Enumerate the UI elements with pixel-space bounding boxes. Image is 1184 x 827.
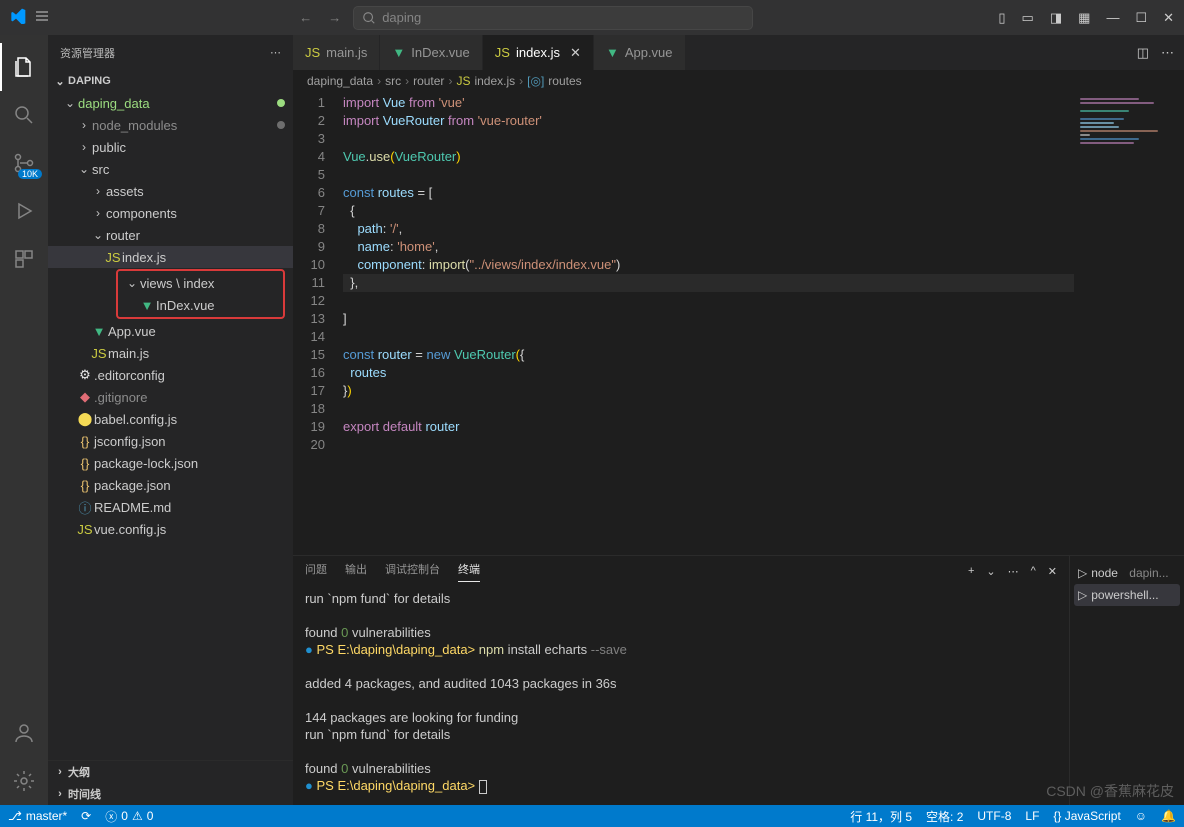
breadcrumb[interactable]: daping_data› src› router› JSindex.js› [◎… xyxy=(293,70,1184,92)
status-errors[interactable]: ⓧ 0 ⚠ 0 xyxy=(105,808,153,825)
panel-tab-debug[interactable]: 调试控制台 xyxy=(385,561,440,581)
folder-components[interactable]: ›components xyxy=(48,202,293,224)
editor-tabs: JSmain.js ▼InDex.vue JSindex.js✕ ▼App.vu… xyxy=(293,35,1184,70)
file-readme[interactable]: ⓘREADME.md xyxy=(48,496,293,518)
bottom-panel: 问题 输出 调试控制台 终端 + ⌄ ⋯ ^ ✕ run `npm fund` … xyxy=(293,555,1184,805)
nav-back-icon[interactable]: ← xyxy=(295,10,316,25)
activity-account[interactable] xyxy=(0,709,48,757)
sidebar-more-icon[interactable]: ⋯ xyxy=(270,46,281,59)
outline-section[interactable]: ›大纲 xyxy=(48,761,293,783)
editor-area: JSmain.js ▼InDex.vue JSindex.js✕ ▼App.vu… xyxy=(293,35,1184,805)
tab-index-vue[interactable]: ▼InDex.vue xyxy=(380,35,482,70)
terminal-cursor xyxy=(479,780,487,794)
tab-app-vue[interactable]: ▼App.vue xyxy=(594,35,686,70)
activity-run-debug[interactable] xyxy=(0,187,48,235)
folder-assets[interactable]: ›assets xyxy=(48,180,293,202)
panel-tab-problems[interactable]: 问题 xyxy=(305,561,327,581)
folder-src[interactable]: ⌄src xyxy=(48,158,293,180)
hamburger-menu-icon[interactable] xyxy=(34,8,50,27)
activity-bar: 10K xyxy=(0,35,48,805)
status-line-col[interactable]: 行 11，列 5 xyxy=(850,808,912,825)
window-maximize-icon[interactable]: ☐ xyxy=(1135,10,1147,26)
status-eol[interactable]: LF xyxy=(1025,808,1039,825)
activity-source-control[interactable]: 10K xyxy=(0,139,48,187)
terminal[interactable]: run `npm fund` for details found 0 vulne… xyxy=(293,586,1069,805)
line-gutter: 1234567891011121314151617181920 xyxy=(293,92,343,555)
command-center-search[interactable]: daping xyxy=(353,6,753,30)
minimap[interactable] xyxy=(1074,92,1184,555)
terminal-split-dropdown-icon[interactable]: ⌄ xyxy=(986,565,995,578)
status-branch[interactable]: ⎇ master* xyxy=(8,809,67,823)
status-notifications-icon[interactable]: 🔔 xyxy=(1161,808,1176,825)
folder-daping-data[interactable]: ⌄daping_data xyxy=(48,92,293,114)
terminal-more-icon[interactable]: ⋯ xyxy=(1008,565,1019,578)
terminal-item-powershell[interactable]: ▷powershell... xyxy=(1074,584,1180,606)
panel-tab-output[interactable]: 输出 xyxy=(345,561,367,581)
layout-sidebar-left-icon[interactable]: ▯ xyxy=(998,10,1005,26)
activity-settings[interactable] xyxy=(0,757,48,805)
sidebar-title: 资源管理器 xyxy=(60,45,115,61)
title-bar: ← → daping ▯ ▭ ◨ ▦ — ☐ ✕ xyxy=(0,0,1184,35)
status-spaces[interactable]: 空格: 2 xyxy=(926,808,963,825)
file-package-lock[interactable]: {}package-lock.json xyxy=(48,452,293,474)
activity-extensions[interactable] xyxy=(0,235,48,283)
status-encoding[interactable]: UTF-8 xyxy=(977,808,1011,825)
terminal-item-node[interactable]: ▷node dapin... xyxy=(1074,562,1180,584)
activity-search[interactable] xyxy=(0,91,48,139)
search-placeholder: daping xyxy=(382,10,421,25)
activity-explorer[interactable] xyxy=(0,43,48,91)
annotation-box: ⌄views \ index ▼InDex.vue xyxy=(116,269,285,319)
terminal-icon: ▷ xyxy=(1078,588,1087,602)
layout-customize-icon[interactable]: ▦ xyxy=(1078,10,1090,26)
file-index-vue[interactable]: ▼InDex.vue xyxy=(118,294,283,316)
split-editor-icon[interactable]: ◫ xyxy=(1137,45,1149,61)
project-header[interactable]: ⌄DAPING xyxy=(48,70,293,92)
status-bar: ⎇ master* ⟳ ⓧ 0 ⚠ 0 行 11，列 5 空格: 2 UTF-8… xyxy=(0,805,1184,827)
folder-views-index[interactable]: ⌄views \ index xyxy=(118,272,283,294)
panel-maximize-icon[interactable]: ^ xyxy=(1031,565,1036,578)
code-editor[interactable]: import Vue from 'vue'import VueRouter fr… xyxy=(343,92,1074,555)
vscode-logo-icon xyxy=(10,8,26,27)
nav-forward-icon[interactable]: → xyxy=(324,10,345,25)
panel-tab-terminal[interactable]: 终端 xyxy=(458,561,480,582)
timeline-section[interactable]: ›时间线 xyxy=(48,783,293,805)
file-babel-config[interactable]: ⬤babel.config.js xyxy=(48,408,293,430)
scm-badge: 10K xyxy=(18,169,42,179)
file-gitignore[interactable]: ◆.gitignore xyxy=(48,386,293,408)
folder-public[interactable]: ›public xyxy=(48,136,293,158)
file-editorconfig[interactable]: ⚙.editorconfig xyxy=(48,364,293,386)
tab-more-icon[interactable]: ⋯ xyxy=(1161,45,1174,61)
file-package-json[interactable]: {}package.json xyxy=(48,474,293,496)
status-feedback-icon[interactable]: ☺ xyxy=(1135,808,1147,825)
panel-tabs: 问题 输出 调试控制台 终端 + ⌄ ⋯ ^ ✕ xyxy=(293,556,1069,586)
panel-close-icon[interactable]: ✕ xyxy=(1048,565,1057,578)
status-language[interactable]: {} JavaScript xyxy=(1053,808,1120,825)
file-app-vue[interactable]: ▼App.vue xyxy=(48,320,293,342)
folder-node-modules[interactable]: ›node_modules xyxy=(48,114,293,136)
layout-panel-icon[interactable]: ▭ xyxy=(1022,10,1034,26)
window-minimize-icon[interactable]: — xyxy=(1106,10,1119,26)
file-jsconfig[interactable]: {}jsconfig.json xyxy=(48,430,293,452)
file-router-index-js[interactable]: JSindex.js xyxy=(48,246,293,268)
tab-index-js[interactable]: JSindex.js✕ xyxy=(483,35,594,70)
tab-main-js[interactable]: JSmain.js xyxy=(293,35,380,70)
file-vue-config[interactable]: JSvue.config.js xyxy=(48,518,293,540)
file-tree: ⌄daping_data ›node_modules ›public ⌄src … xyxy=(48,92,293,760)
explorer-sidebar: 资源管理器 ⋯ ⌄DAPING ⌄daping_data ›node_modul… xyxy=(48,35,293,805)
window-close-icon[interactable]: ✕ xyxy=(1163,10,1174,26)
layout-sidebar-right-icon[interactable]: ◨ xyxy=(1050,10,1062,26)
status-sync[interactable]: ⟳ xyxy=(81,809,91,823)
terminal-list: ▷node dapin... ▷powershell... xyxy=(1069,556,1184,805)
terminal-icon: ▷ xyxy=(1078,566,1087,580)
tab-close-icon[interactable]: ✕ xyxy=(570,45,581,61)
file-main-js[interactable]: JSmain.js xyxy=(48,342,293,364)
terminal-new-icon[interactable]: + xyxy=(968,565,974,578)
folder-router[interactable]: ⌄router xyxy=(48,224,293,246)
